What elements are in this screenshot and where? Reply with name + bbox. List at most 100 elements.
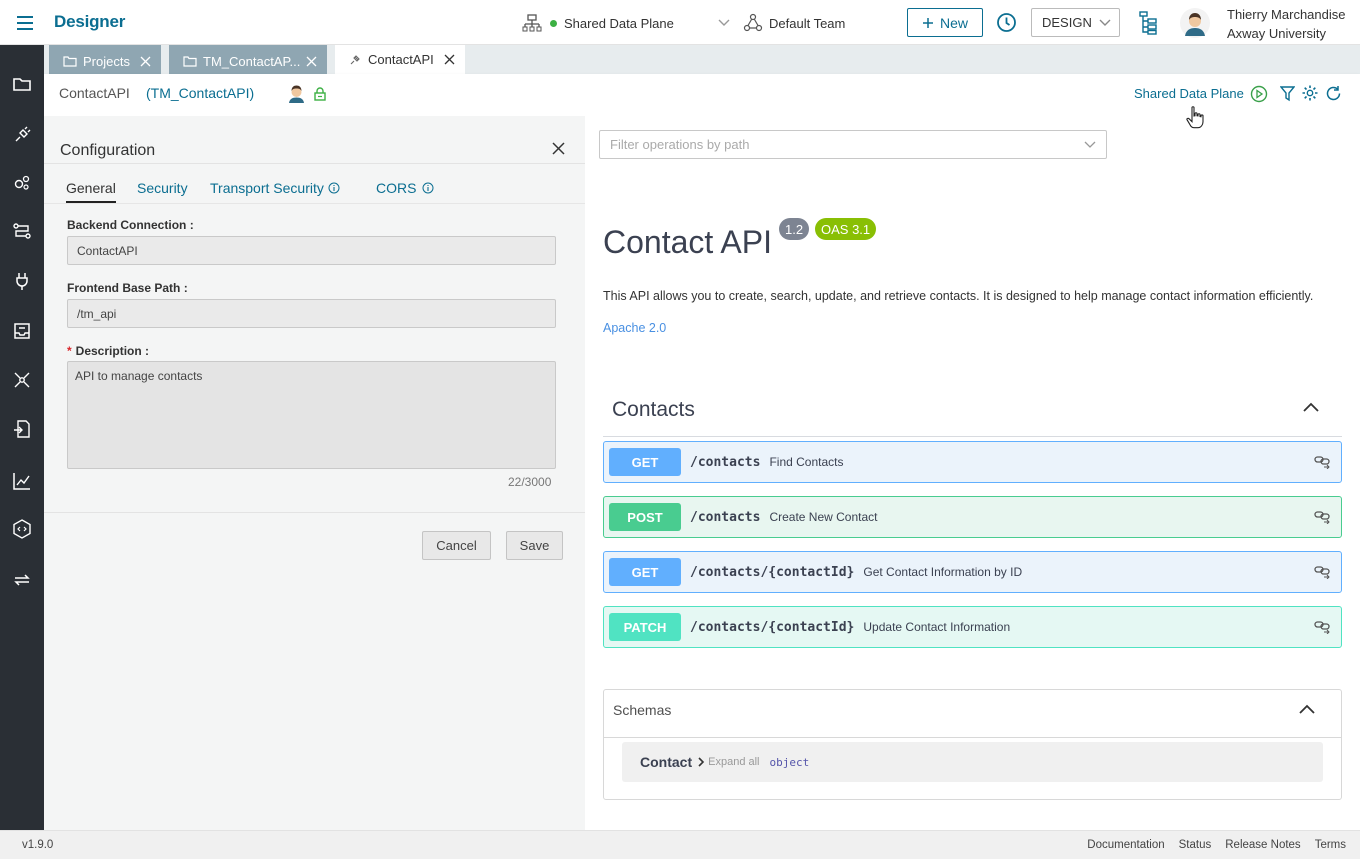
import-icon[interactable] xyxy=(11,418,33,440)
flow-icon[interactable] xyxy=(11,220,33,242)
close-icon[interactable] xyxy=(444,54,455,65)
chevron-up-icon[interactable] xyxy=(1303,402,1319,412)
inbox-icon[interactable] xyxy=(11,320,33,342)
operation-path: /contacts/{contactId} xyxy=(690,564,855,580)
tab-label: Transport Security xyxy=(210,180,324,196)
divider xyxy=(44,163,585,164)
mode-select[interactable]: DESIGN xyxy=(1031,8,1120,37)
method-badge: POST xyxy=(609,503,681,531)
tab-transport-security[interactable]: Transport Security xyxy=(210,180,340,196)
network-icon[interactable] xyxy=(11,369,33,391)
tab-cors[interactable]: CORS xyxy=(376,180,434,196)
divider xyxy=(44,512,585,513)
tab-label: CORS xyxy=(376,180,417,196)
filter-icon[interactable] xyxy=(1280,86,1295,102)
gear-icon[interactable] xyxy=(1301,84,1319,102)
tab-contactapi[interactable]: ContactAPI xyxy=(335,45,465,74)
hierarchy-icon[interactable] xyxy=(1139,11,1157,35)
version-badge: 1.2 xyxy=(779,218,810,240)
operation-summary: Get Contact Information by ID xyxy=(863,565,1023,579)
data-plane-selector[interactable]: Shared Data Plane xyxy=(522,12,730,34)
refresh-icon[interactable] xyxy=(1325,85,1342,102)
folder-icon xyxy=(183,55,197,67)
menu-icon[interactable] xyxy=(14,12,36,34)
status-link[interactable]: Status xyxy=(1179,839,1212,851)
operation-row[interactable]: GET /contacts/{contactId} Get Contact In… xyxy=(603,551,1342,593)
history-icon[interactable] xyxy=(996,12,1017,33)
footer-links: Documentation Status Release Notes Terms xyxy=(1087,839,1346,851)
left-nav xyxy=(0,45,44,830)
save-button[interactable]: Save xyxy=(506,531,563,560)
new-button[interactable]: New xyxy=(907,8,983,37)
divider xyxy=(604,737,1341,738)
method-badge: GET xyxy=(609,558,681,586)
link-icon[interactable] xyxy=(1314,620,1331,634)
chevron-up-icon[interactable] xyxy=(1299,704,1315,714)
link-icon[interactable] xyxy=(1314,510,1331,524)
code-hex-icon[interactable] xyxy=(11,518,33,540)
terms-link[interactable]: Terms xyxy=(1315,839,1346,851)
folder-icon[interactable] xyxy=(11,73,33,95)
section-title[interactable]: Contacts xyxy=(612,398,695,422)
info-icon xyxy=(328,182,340,194)
tab-label: TM_ContactAP... xyxy=(203,53,301,69)
cancel-button[interactable]: Cancel xyxy=(422,531,491,560)
operation-row[interactable]: GET /contacts Find Contacts xyxy=(603,441,1342,483)
base-path-field[interactable]: /tm_api xyxy=(67,299,556,328)
documentation-link[interactable]: Documentation xyxy=(1087,839,1164,851)
chevron-right-icon xyxy=(698,757,705,767)
team-selector[interactable]: Default Team xyxy=(743,12,845,34)
schema-item[interactable]: Contact Expand all object xyxy=(622,742,1323,782)
operation-summary: Update Contact Information xyxy=(863,620,1011,634)
chart-icon[interactable] xyxy=(11,470,33,492)
project-link[interactable]: (TM_ContactAPI) xyxy=(146,85,254,101)
operation-row[interactable]: POST /contacts Create New Contact xyxy=(603,496,1342,538)
sync-icon[interactable] xyxy=(11,569,33,591)
data-plane-link[interactable]: Shared Data Plane xyxy=(1134,86,1244,101)
team-label: Default Team xyxy=(769,15,846,31)
backend-connection-label: Backend Connection : xyxy=(67,218,194,232)
tab-projects[interactable]: Projects xyxy=(49,45,161,74)
api-plug-icon[interactable] xyxy=(11,124,33,146)
method-badge: PATCH xyxy=(609,613,681,641)
description-textarea[interactable]: API to manage contacts xyxy=(67,361,556,469)
release-notes-link[interactable]: Release Notes xyxy=(1225,839,1300,851)
panel-title: Configuration xyxy=(60,142,156,159)
link-icon[interactable] xyxy=(1314,565,1331,579)
api-toolbar: ContactAPI (TM_ContactAPI) Shared Data P… xyxy=(44,74,1360,116)
close-icon[interactable] xyxy=(140,56,151,67)
gears-icon[interactable] xyxy=(11,172,33,194)
chevron-down-icon xyxy=(1099,19,1111,27)
operation-row[interactable]: PATCH /contacts/{contactId} Update Conta… xyxy=(603,606,1342,648)
close-icon[interactable] xyxy=(306,56,317,67)
user-avatar[interactable] xyxy=(1180,8,1210,38)
backend-connection-field[interactable]: ContactAPI xyxy=(67,236,556,265)
close-icon[interactable] xyxy=(552,142,565,155)
filter-operations-input[interactable]: Filter operations by path xyxy=(599,130,1107,159)
user-info[interactable]: Thierry Marchandise Axway University xyxy=(1227,5,1346,43)
hand-cursor-icon xyxy=(1186,105,1204,129)
folder-icon xyxy=(63,55,77,67)
tab-security[interactable]: Security xyxy=(137,180,188,196)
chevron-down-icon xyxy=(718,19,730,27)
link-icon[interactable] xyxy=(1314,455,1331,469)
data-plane-label: Shared Data Plane xyxy=(564,15,674,31)
license-link[interactable]: Apache 2.0 xyxy=(603,321,666,335)
schemas-title[interactable]: Schemas xyxy=(613,702,671,718)
chevron-down-icon xyxy=(1084,141,1096,149)
footer: v1.9.0 Documentation Status Release Note… xyxy=(0,830,1360,859)
schemas-section: Schemas Contact Expand all object xyxy=(603,689,1342,800)
api-spec-panel: Filter operations by path Contact API 1.… xyxy=(585,116,1360,830)
new-label: New xyxy=(939,14,968,31)
oas-badge: OAS 3.1 xyxy=(815,218,877,240)
api-plug-icon xyxy=(349,53,362,66)
char-count: 22/3000 xyxy=(508,475,552,489)
team-icon xyxy=(743,13,763,33)
tab-general[interactable]: General xyxy=(66,180,116,204)
expand-all-link[interactable]: Expand all xyxy=(708,756,759,768)
plug-icon[interactable] xyxy=(11,270,33,292)
mode-label: DESIGN xyxy=(1042,15,1092,30)
api-description: This API allows you to create, search, u… xyxy=(603,289,1314,303)
tab-project-tm-contactapi[interactable]: TM_ContactAP... xyxy=(169,45,327,74)
play-icon[interactable] xyxy=(1250,85,1268,103)
